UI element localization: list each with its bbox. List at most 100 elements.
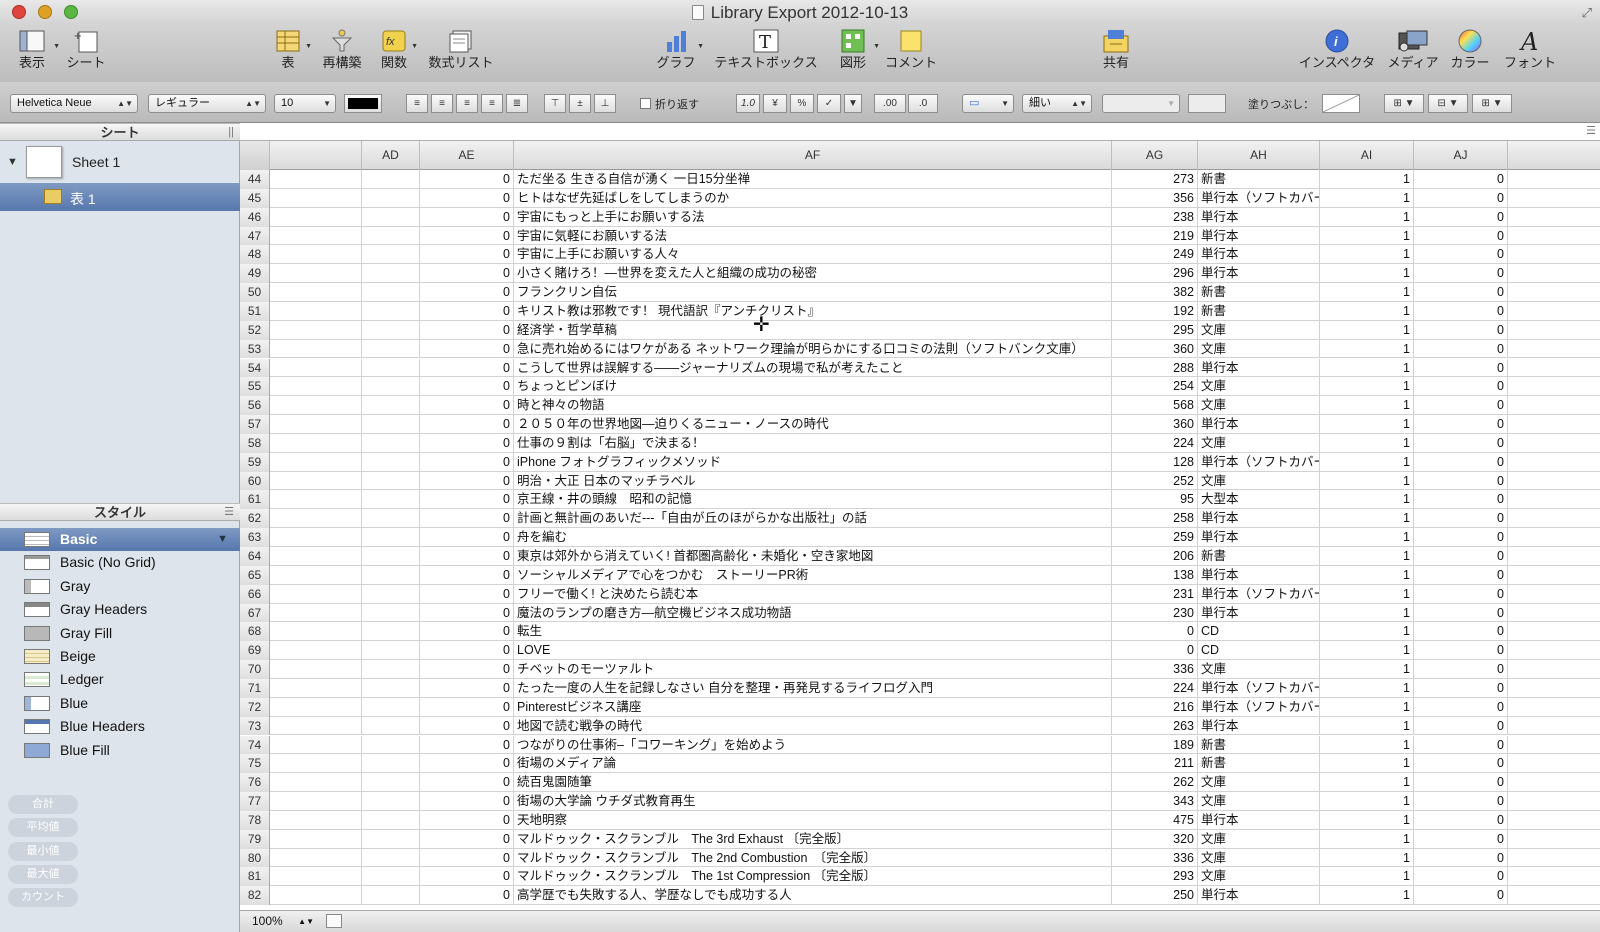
- cell-aj[interactable]: 0: [1414, 773, 1508, 793]
- row-header[interactable]: 48: [240, 245, 270, 265]
- row-header[interactable]: 82: [240, 886, 270, 906]
- cell-ag[interactable]: 360: [1112, 339, 1198, 359]
- cell-ae[interactable]: 0: [420, 415, 514, 434]
- cell-ad2[interactable]: [362, 452, 420, 472]
- cell-ad[interactable]: [270, 490, 362, 510]
- cell-ae[interactable]: 0: [420, 735, 514, 755]
- column-header-ad[interactable]: AD: [362, 141, 420, 170]
- cell-ah[interactable]: 単行本（ソフトカバー）: [1198, 678, 1320, 698]
- cell-af[interactable]: ただ坐る 生きる自信が湧く 一日15分坐禅: [514, 170, 1112, 189]
- cell-ad[interactable]: [270, 792, 362, 811]
- cell-ai[interactable]: 1: [1320, 188, 1414, 208]
- cell-ai[interactable]: 1: [1320, 867, 1414, 887]
- cell-ad[interactable]: [270, 867, 362, 887]
- cell-ah[interactable]: 文庫: [1198, 396, 1320, 416]
- cell-ae[interactable]: 0: [420, 377, 514, 397]
- sum-button[interactable]: 合計: [8, 795, 78, 814]
- textbox-button[interactable]: T テキストボックス: [712, 26, 820, 70]
- cell-ai[interactable]: 1: [1320, 452, 1414, 472]
- cell-ad[interactable]: [270, 301, 362, 321]
- align-center-button[interactable]: ≡: [431, 94, 453, 113]
- cell-ah[interactable]: 単行本: [1198, 716, 1320, 736]
- cell-af[interactable]: マルドゥック・スクランブル The 3rd Exhaust 〔完全版〕: [514, 829, 1112, 849]
- cell-ah[interactable]: 単行本: [1198, 528, 1320, 547]
- cell-ad2[interactable]: [362, 810, 420, 830]
- cell-aj[interactable]: 0: [1414, 886, 1508, 906]
- cell-ad2[interactable]: [362, 603, 420, 623]
- cell-ag[interactable]: 293: [1112, 867, 1198, 887]
- increase-decimals-button[interactable]: .00: [874, 94, 906, 113]
- row-header[interactable]: 77: [240, 792, 270, 811]
- cell-ai[interactable]: 1: [1320, 283, 1414, 302]
- cell-ad2[interactable]: [362, 415, 420, 434]
- cell-ai[interactable]: 1: [1320, 358, 1414, 378]
- cell-af[interactable]: マルドゥック・スクランブル The 2nd Combustion 〔完全版〕: [514, 848, 1112, 868]
- cell-ad[interactable]: [270, 678, 362, 698]
- cell-ae[interactable]: 0: [420, 829, 514, 849]
- cell-ah[interactable]: 文庫: [1198, 848, 1320, 868]
- cell-af[interactable]: 時と神々の物語: [514, 396, 1112, 416]
- shape-button[interactable]: ▼ 図形: [834, 26, 880, 70]
- disclosure-triangle-icon[interactable]: ▼: [7, 156, 18, 168]
- cell-ai[interactable]: 1: [1320, 170, 1414, 189]
- cell-aj[interactable]: 0: [1414, 490, 1508, 510]
- text-color-well[interactable]: [344, 94, 382, 113]
- valign-top-button[interactable]: ⊤: [544, 94, 566, 113]
- cell-ae[interactable]: 0: [420, 792, 514, 811]
- justify-button[interactable]: ≡: [481, 94, 503, 113]
- row-header[interactable]: 55: [240, 377, 270, 397]
- cell-ad2[interactable]: [362, 773, 420, 793]
- header-columns-button[interactable]: ⊞ ▼: [1472, 94, 1512, 113]
- row-header[interactable]: 49: [240, 264, 270, 284]
- row-header[interactable]: 58: [240, 433, 270, 453]
- zoom-button[interactable]: [64, 5, 78, 19]
- cell-ad2[interactable]: [362, 377, 420, 397]
- cell-ai[interactable]: 1: [1320, 490, 1414, 510]
- cell-af[interactable]: ちょっとピンぼけ: [514, 377, 1112, 397]
- row-header[interactable]: 65: [240, 565, 270, 585]
- cell-ad2[interactable]: [362, 641, 420, 661]
- cell-ad2[interactable]: [362, 735, 420, 755]
- cell-ah[interactable]: 新書: [1198, 754, 1320, 774]
- cell-ad[interactable]: [270, 810, 362, 830]
- zoom-select[interactable]: 100% ▲▼: [248, 913, 318, 930]
- row-header[interactable]: 69: [240, 641, 270, 661]
- cell-aj[interactable]: 0: [1414, 810, 1508, 830]
- more-format-button[interactable]: ▼: [844, 94, 862, 113]
- style-item-blue-fill[interactable]: Blue Fill: [0, 739, 240, 762]
- cell-aj[interactable]: 0: [1414, 452, 1508, 472]
- cell-ah[interactable]: CD: [1198, 622, 1320, 642]
- cell-ad2[interactable]: [362, 754, 420, 774]
- cell-ad[interactable]: [270, 396, 362, 416]
- cell-ag[interactable]: 336: [1112, 848, 1198, 868]
- style-item-basic-no-grid[interactable]: Basic (No Grid): [0, 551, 240, 574]
- stroke-style-select[interactable]: 細い ▲▼: [1022, 94, 1092, 113]
- cell-aj[interactable]: 0: [1414, 320, 1508, 340]
- cell-ag[interactable]: 356: [1112, 188, 1198, 208]
- cell-ai[interactable]: 1: [1320, 810, 1414, 830]
- row-header[interactable]: 73: [240, 716, 270, 736]
- cell-af[interactable]: 地図で読む戦争の時代: [514, 716, 1112, 736]
- corner-cell[interactable]: [240, 141, 270, 170]
- cell-aj[interactable]: 0: [1414, 226, 1508, 246]
- cell-ae[interactable]: 0: [420, 320, 514, 340]
- cell-aj[interactable]: 0: [1414, 660, 1508, 679]
- cell-af[interactable]: フリーで働く! と決めたら読む本: [514, 584, 1112, 604]
- cell-aj[interactable]: 0: [1414, 716, 1508, 736]
- cell-ag[interactable]: 259: [1112, 528, 1198, 547]
- auto-align-button[interactable]: ≣: [506, 94, 528, 113]
- row-header[interactable]: 76: [240, 773, 270, 793]
- cell-aj[interactable]: 0: [1414, 622, 1508, 642]
- cell-ad[interactable]: [270, 415, 362, 434]
- cell-ah[interactable]: 新書: [1198, 283, 1320, 302]
- font-family-select[interactable]: Helvetica Neue ▲▼: [10, 94, 138, 113]
- style-item-basic[interactable]: Basic ▼: [0, 528, 240, 552]
- max-button[interactable]: 最大値: [8, 864, 78, 884]
- row-header[interactable]: 45: [240, 188, 270, 208]
- border-select[interactable]: ▭ ▼: [962, 94, 1014, 113]
- cell-ae[interactable]: 0: [420, 716, 514, 736]
- cell-ad2[interactable]: [362, 320, 420, 340]
- cell-aj[interactable]: 0: [1414, 829, 1508, 849]
- fill-color-well[interactable]: [1322, 94, 1360, 113]
- cell-ai[interactable]: 1: [1320, 226, 1414, 246]
